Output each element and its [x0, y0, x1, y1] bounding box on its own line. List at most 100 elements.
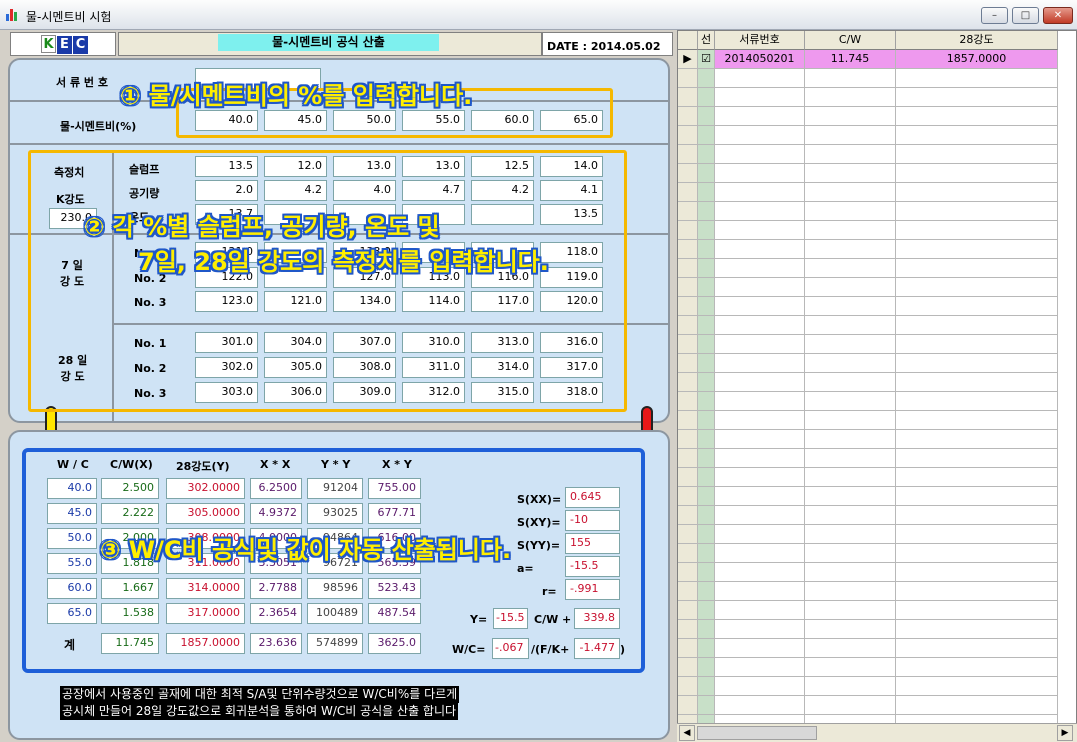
grid-row-indicator[interactable] — [678, 183, 698, 202]
grid-serial-cell[interactable] — [715, 658, 805, 677]
grid-cw-cell[interactable] — [805, 69, 896, 88]
grid-strength-cell[interactable] — [896, 696, 1058, 715]
grid-cw-cell[interactable] — [805, 259, 896, 278]
grid-row-indicator[interactable] — [678, 601, 698, 620]
grid-strength-cell[interactable]: 1857.0000 — [896, 50, 1058, 69]
grid-strength-cell[interactable] — [896, 677, 1058, 696]
grid-serial-cell[interactable] — [715, 468, 805, 487]
grid-serial-cell[interactable] — [715, 373, 805, 392]
grid-cw-cell[interactable] — [805, 487, 896, 506]
grid-cw-cell[interactable] — [805, 145, 896, 164]
grid-serial-cell[interactable] — [715, 487, 805, 506]
grid-strength-cell[interactable] — [896, 487, 1058, 506]
scroll-thumb[interactable] — [697, 726, 817, 740]
grid-cw-cell[interactable] — [805, 639, 896, 658]
grid-header-strength[interactable]: 28강도 — [896, 31, 1058, 50]
grid-select-cell[interactable] — [698, 335, 715, 354]
grid-strength-cell[interactable] — [896, 164, 1058, 183]
grid-select-cell[interactable] — [698, 506, 715, 525]
grid-strength-cell[interactable] — [896, 297, 1058, 316]
grid-select-cell[interactable] — [698, 145, 715, 164]
record-grid[interactable]: 선 서류번호 C/W 28강도 ▶ ☑ 2014050201 11.745 1857.0… — [677, 30, 1077, 742]
grid-select-cell[interactable] — [698, 468, 715, 487]
grid-row-indicator[interactable]: ▶ — [678, 50, 698, 69]
grid-cw-cell[interactable] — [805, 107, 896, 126]
grid-strength-cell[interactable] — [896, 601, 1058, 620]
grid-header-cw[interactable]: C/W — [805, 31, 896, 50]
grid-cw-cell[interactable] — [805, 354, 896, 373]
grid-cw-cell[interactable] — [805, 563, 896, 582]
grid-serial-cell[interactable]: 2014050201 — [715, 50, 805, 69]
grid-row-indicator[interactable] — [678, 354, 698, 373]
grid-strength-cell[interactable] — [896, 449, 1058, 468]
grid-select-cell[interactable] — [698, 696, 715, 715]
grid-strength-cell[interactable] — [896, 69, 1058, 88]
grid-serial-cell[interactable] — [715, 335, 805, 354]
grid-select-cell[interactable] — [698, 373, 715, 392]
grid-strength-cell[interactable] — [896, 468, 1058, 487]
grid-strength-cell[interactable] — [896, 259, 1058, 278]
grid-serial-cell[interactable] — [715, 107, 805, 126]
grid-serial-cell[interactable] — [715, 69, 805, 88]
grid-serial-cell[interactable] — [715, 696, 805, 715]
grid-strength-cell[interactable] — [896, 563, 1058, 582]
grid-strength-cell[interactable] — [896, 430, 1058, 449]
grid-row-indicator[interactable] — [678, 335, 698, 354]
minimize-button[interactable]: – — [981, 7, 1008, 24]
grid-cw-cell[interactable] — [805, 297, 896, 316]
grid-cw-cell[interactable] — [805, 696, 896, 715]
grid-row-indicator[interactable] — [678, 639, 698, 658]
grid-serial-cell[interactable] — [715, 164, 805, 183]
grid-cw-cell[interactable] — [805, 373, 896, 392]
grid-cw-cell[interactable] — [805, 221, 896, 240]
grid-serial-cell[interactable] — [715, 126, 805, 145]
grid-cw-cell[interactable] — [805, 449, 896, 468]
scroll-right-button[interactable]: ▶ — [1057, 725, 1073, 741]
grid-cw-cell[interactable] — [805, 164, 896, 183]
grid-serial-cell[interactable] — [715, 259, 805, 278]
grid-row-indicator[interactable] — [678, 696, 698, 715]
grid-header-select[interactable]: 선 — [698, 31, 715, 50]
grid-cw-cell[interactable] — [805, 506, 896, 525]
grid-strength-cell[interactable] — [896, 316, 1058, 335]
grid-select-cell[interactable] — [698, 392, 715, 411]
grid-cw-cell[interactable] — [805, 392, 896, 411]
grid-serial-cell[interactable] — [715, 639, 805, 658]
grid-strength-cell[interactable] — [896, 221, 1058, 240]
grid-cw-cell[interactable] — [805, 525, 896, 544]
grid-select-cell[interactable] — [698, 677, 715, 696]
grid-serial-cell[interactable] — [715, 430, 805, 449]
grid-strength-cell[interactable] — [896, 335, 1058, 354]
grid-serial-cell[interactable] — [715, 145, 805, 164]
grid-select-cell[interactable] — [698, 297, 715, 316]
grid-select-cell[interactable] — [698, 411, 715, 430]
grid-serial-cell[interactable] — [715, 221, 805, 240]
grid-select-cell[interactable] — [698, 658, 715, 677]
grid-strength-cell[interactable] — [896, 392, 1058, 411]
grid-strength-cell[interactable] — [896, 373, 1058, 392]
grid-serial-cell[interactable] — [715, 183, 805, 202]
grid-cw-cell[interactable] — [805, 316, 896, 335]
grid-serial-cell[interactable] — [715, 677, 805, 696]
grid-cw-cell[interactable] — [805, 88, 896, 107]
maximize-button[interactable]: □ — [1012, 7, 1039, 24]
grid-strength-cell[interactable] — [896, 658, 1058, 677]
grid-serial-cell[interactable] — [715, 506, 805, 525]
grid-select-cell[interactable] — [698, 525, 715, 544]
grid-row-indicator[interactable] — [678, 506, 698, 525]
grid-select-cell[interactable] — [698, 126, 715, 145]
close-button[interactable]: ✕ — [1043, 7, 1073, 24]
grid-select-cell[interactable] — [698, 563, 715, 582]
grid-select-cell[interactable] — [698, 487, 715, 506]
grid-row-indicator[interactable] — [678, 316, 698, 335]
grid-strength-cell[interactable] — [896, 145, 1058, 164]
grid-select-cell[interactable] — [698, 639, 715, 658]
grid-cw-cell[interactable] — [805, 126, 896, 145]
grid-strength-cell[interactable] — [896, 88, 1058, 107]
grid-strength-cell[interactable] — [896, 639, 1058, 658]
grid-select-cell[interactable] — [698, 69, 715, 88]
grid-cw-cell[interactable] — [805, 202, 896, 221]
grid-strength-cell[interactable] — [896, 107, 1058, 126]
grid-select-cell[interactable] — [698, 259, 715, 278]
grid-cw-cell[interactable] — [805, 658, 896, 677]
